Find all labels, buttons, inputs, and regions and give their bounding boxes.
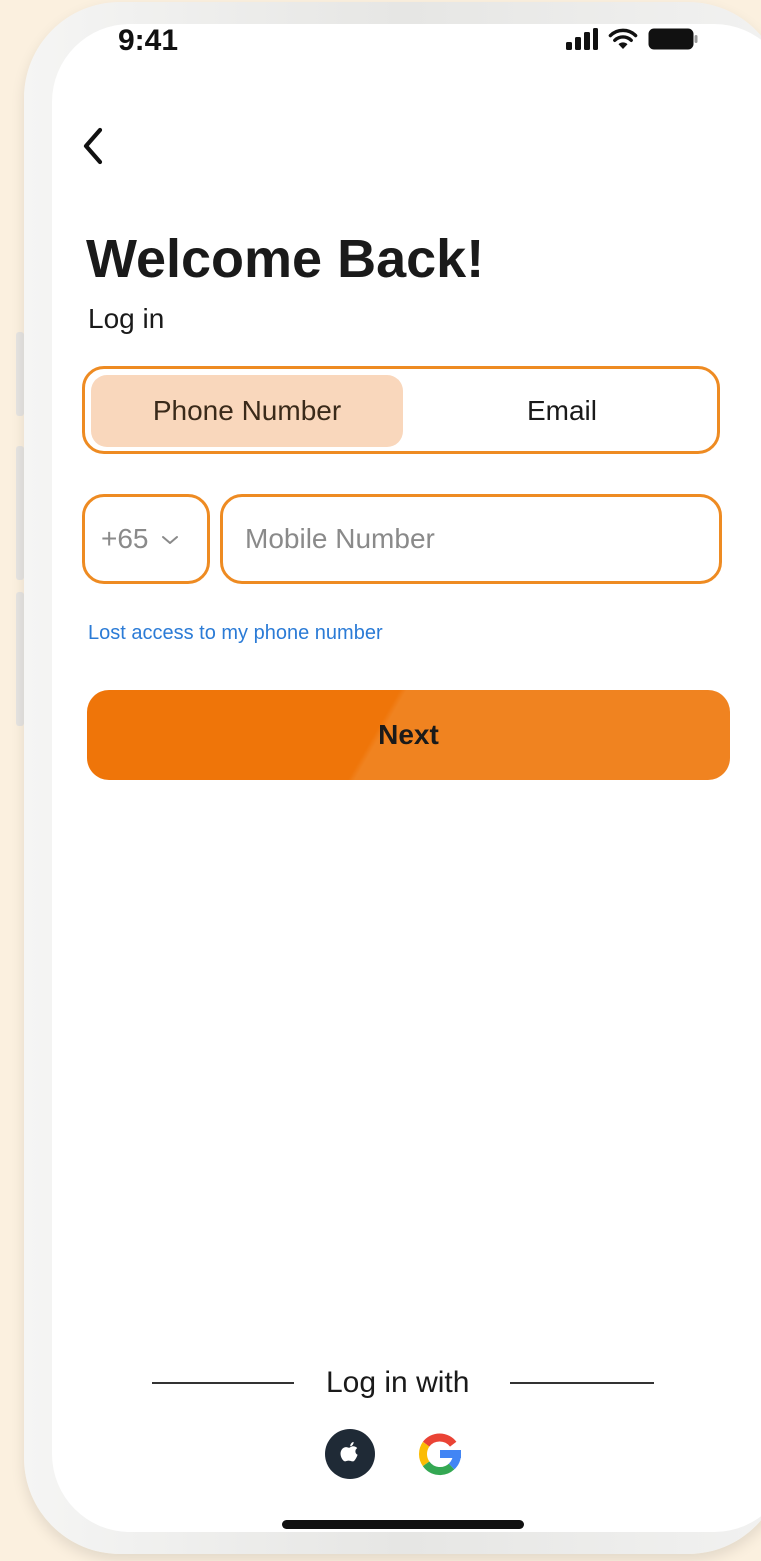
apple-icon	[325, 1429, 375, 1479]
divider-left	[152, 1382, 294, 1384]
mobile-number-input[interactable]	[220, 494, 722, 584]
back-button[interactable]	[76, 124, 110, 168]
status-time: 9:41	[118, 24, 179, 57]
chevron-down-icon	[161, 536, 178, 544]
country-code-select[interactable]: +65	[82, 494, 210, 584]
wifi-icon	[608, 28, 638, 49]
apple-login-button[interactable]	[324, 1428, 376, 1480]
signal-icon	[566, 28, 598, 50]
volume-down-button	[16, 592, 24, 726]
chevron-left-icon	[83, 127, 103, 165]
home-indicator	[282, 1520, 524, 1529]
lost-access-link[interactable]: Lost access to my phone number	[88, 622, 383, 645]
tab-email[interactable]: Email	[409, 375, 715, 447]
volume-up-button	[16, 446, 24, 580]
page-subtitle: Log in	[88, 303, 165, 334]
country-code-value: +65	[101, 523, 149, 554]
status-icons	[566, 28, 698, 50]
google-icon	[419, 1433, 462, 1476]
battery-icon	[648, 28, 698, 50]
divider-right	[510, 1382, 654, 1384]
mute-switch	[16, 332, 24, 416]
login-with-label: Log in with	[326, 1366, 470, 1399]
page-title: Welcome Back!	[86, 229, 485, 289]
next-button[interactable]: Next	[87, 690, 730, 780]
tab-phone-number[interactable]: Phone Number	[91, 375, 403, 447]
login-method-toggle: Phone Number Email	[82, 366, 720, 454]
google-login-button[interactable]	[414, 1428, 466, 1480]
